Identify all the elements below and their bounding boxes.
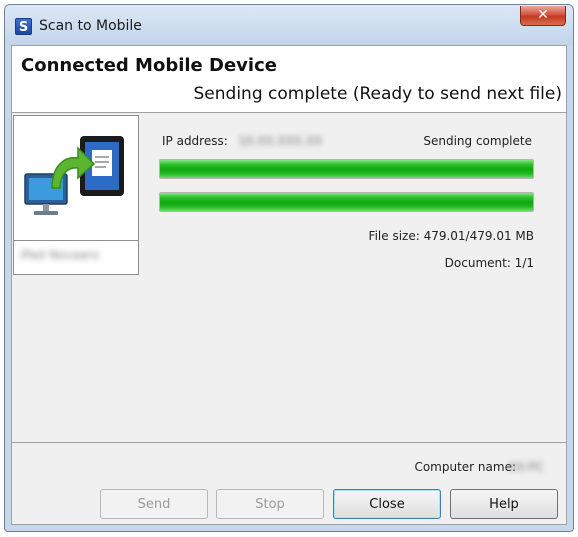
close-button[interactable]: Close xyxy=(333,489,441,519)
computer-name-label: Computer name: xyxy=(414,460,516,474)
total-progress-bar xyxy=(159,192,534,212)
total-progress-fill xyxy=(160,193,533,211)
pc-to-mobile-transfer-icon xyxy=(24,136,124,215)
title-bar[interactable]: S Scan to Mobile ✕ xyxy=(5,5,573,45)
close-window-button[interactable]: ✕ xyxy=(520,6,566,26)
document-count-text: Document: 1/1 xyxy=(444,256,534,270)
file-size-text: File size: 479.01/479.01 MB xyxy=(368,229,534,243)
header-status-text: Sending complete (Ready to send next fil… xyxy=(193,84,562,104)
file-progress-fill xyxy=(160,160,533,178)
app-logo-icon: S xyxy=(15,18,32,35)
send-button[interactable]: Send xyxy=(100,489,208,519)
dialog-body: Connected Mobile Device Sending complete… xyxy=(11,45,567,525)
sending-status: Sending complete xyxy=(423,134,532,148)
device-panel: iPad Novaaro xyxy=(13,115,139,275)
scan-to-mobile-window: S Scan to Mobile ✕ Connected Mobile Devi… xyxy=(4,4,574,532)
close-icon: ✕ xyxy=(537,7,549,23)
page-title: Connected Mobile Device xyxy=(21,55,277,76)
header-panel: Connected Mobile Device Sending complete… xyxy=(12,46,566,113)
device-name: iPad Novaaro xyxy=(20,248,99,262)
footer-divider xyxy=(12,442,566,443)
help-button[interactable]: Help xyxy=(450,489,558,519)
device-divider xyxy=(14,240,138,241)
file-progress-bar xyxy=(159,159,534,179)
stop-button[interactable]: Stop xyxy=(216,489,324,519)
ip-address-label: IP address: xyxy=(162,134,228,148)
computer-name-value: XX-PC xyxy=(508,460,544,474)
ip-address-value: 10.XX.XXX.XX xyxy=(238,134,323,148)
window-title: Scan to Mobile xyxy=(39,18,142,34)
